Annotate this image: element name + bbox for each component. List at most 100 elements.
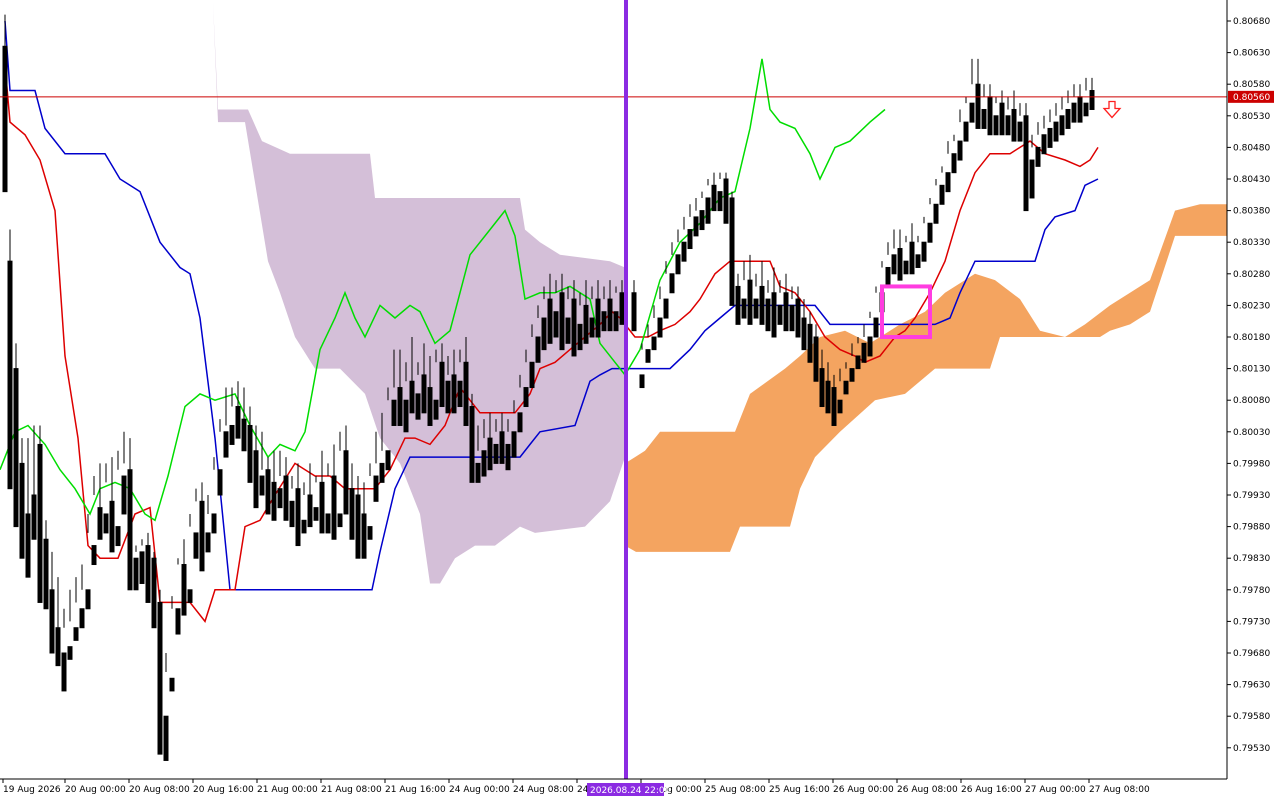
candle-body [391, 399, 397, 426]
candle-body [639, 374, 645, 389]
candle-body [211, 513, 217, 534]
candle-body [193, 532, 199, 559]
candle-body [223, 431, 229, 458]
candle-body [1017, 121, 1023, 142]
candle-body [505, 443, 511, 471]
candle-body [19, 462, 25, 559]
candle-body [517, 412, 523, 433]
candle-body [873, 317, 879, 338]
x-tick-label: 26 Aug 16:00 [961, 785, 1022, 795]
candle-body [61, 652, 67, 692]
x-tick-label: 24 Aug 00:00 [449, 785, 510, 795]
candle-body [783, 292, 789, 332]
candle-body [1089, 90, 1095, 110]
candle-body [807, 323, 813, 363]
candle-body [109, 500, 115, 553]
candle-body [187, 589, 193, 603]
candle-body [229, 424, 235, 445]
candle-body [349, 488, 355, 540]
candle-body [217, 469, 223, 496]
marker-label: 2026.08.24 22:00 [590, 786, 671, 796]
y-tick-label: 0.80330 [1233, 238, 1270, 248]
candle-body [289, 500, 295, 528]
y-tick-label: 0.80080 [1233, 396, 1270, 406]
candle-body [1071, 102, 1077, 123]
candle-body [723, 178, 729, 224]
y-tick-label: 0.80580 [1233, 80, 1270, 90]
candle-body [747, 279, 753, 325]
x-tick-label: 27 Aug 08:00 [1089, 785, 1150, 795]
candle-body [669, 273, 675, 294]
candle-body [415, 393, 421, 420]
y-tick-label: 0.80130 [1233, 365, 1270, 375]
y-tick-label: 0.79580 [1233, 712, 1270, 722]
y-tick-label: 0.80180 [1233, 333, 1270, 343]
candle-body [301, 519, 307, 534]
candle-body [31, 494, 37, 540]
candle-body [463, 361, 469, 426]
candle-body [265, 469, 271, 515]
candle-body [91, 545, 97, 566]
candle-body [241, 418, 247, 452]
candle-body [127, 469, 133, 591]
candle-body [741, 298, 747, 319]
candle-body [175, 608, 181, 635]
candle-body [945, 172, 951, 193]
candle-body [139, 551, 145, 584]
y-tick-label: 0.79780 [1233, 586, 1270, 596]
candle-body [163, 715, 169, 761]
candle-body [79, 608, 85, 629]
candle-body [367, 526, 373, 540]
candle-body [409, 380, 415, 414]
candle-body [487, 437, 493, 471]
candle-body [457, 380, 463, 408]
candle-body [987, 96, 993, 136]
y-tick-label: 0.79630 [1233, 681, 1270, 691]
candle-body [663, 298, 669, 319]
candle-body [259, 475, 265, 496]
candle-body [235, 406, 241, 439]
candle-body [753, 298, 759, 319]
candle-body [1059, 115, 1065, 136]
y-tick-label: 0.80380 [1233, 207, 1270, 217]
x-tick-label: 19 Aug 2026 [3, 785, 61, 795]
candle-body [49, 589, 55, 654]
candle-body [277, 488, 283, 509]
candle-body [577, 323, 583, 351]
candle-body [373, 475, 379, 502]
candle-body [43, 538, 49, 610]
candle-body [379, 462, 385, 483]
candle-body [157, 601, 163, 755]
y-tick-label: 0.80630 [1233, 49, 1270, 59]
candle-body [451, 374, 457, 414]
candle-body [1011, 108, 1017, 142]
candle-body [619, 292, 625, 325]
candle-body [813, 336, 819, 382]
candle-body [583, 304, 589, 344]
candle-body [511, 431, 517, 458]
x-tick-label: 21 Aug 00:00 [257, 785, 318, 795]
candle-body [607, 298, 613, 332]
candle-body [951, 153, 957, 174]
y-tick-label: 0.79730 [1233, 617, 1270, 627]
candle-body [651, 336, 657, 351]
candle-body [205, 532, 211, 553]
candle-body [963, 121, 969, 142]
candle-body [759, 285, 765, 325]
candle-body [361, 513, 367, 559]
candle-body [25, 513, 31, 578]
y-tick-label: 0.79680 [1233, 649, 1270, 659]
candle-body [73, 627, 79, 641]
x-tick-label: 21 Aug 16:00 [385, 785, 446, 795]
candle-body [855, 355, 861, 370]
candle-body [969, 102, 975, 123]
candle-body [717, 191, 723, 212]
y-tick-label: 0.79930 [1233, 491, 1270, 501]
candle-body [957, 140, 963, 161]
candle-body [631, 292, 637, 332]
candle-body [553, 311, 559, 338]
candle-body [325, 513, 331, 534]
candle-body [795, 298, 801, 338]
candle-body [1035, 146, 1041, 167]
candle-body [13, 368, 19, 528]
